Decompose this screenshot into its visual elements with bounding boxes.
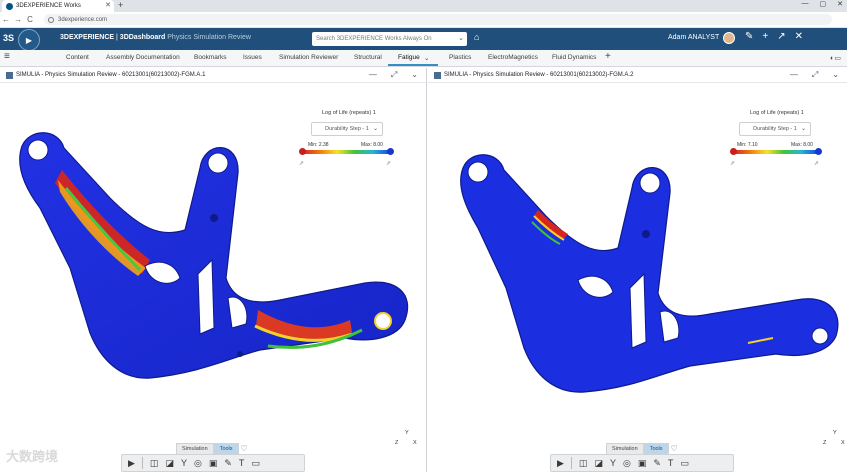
simulia-app-icon — [6, 72, 13, 79]
new-tab-button[interactable]: + — [118, 0, 123, 10]
mount-hole-1 — [467, 161, 489, 183]
tab-structural[interactable]: Structural — [354, 54, 382, 61]
search-input[interactable]: Search 3DEXPERIENCE Works Always On ⌄ — [312, 32, 467, 46]
mount-hole-1 — [27, 139, 49, 161]
app-title: 3DEXPERIENCE | 3DDashboard Physics Simul… — [60, 34, 251, 41]
view-toggle-icon[interactable]: ◐▭ — [830, 54, 841, 62]
add-tab-button[interactable]: + — [605, 51, 611, 62]
user-name[interactable]: Adam ANALYST — [668, 34, 719, 41]
pen-icon[interactable]: ✎ — [224, 458, 232, 469]
simulia-app-icon — [434, 72, 441, 79]
browser-tab[interactable]: 3DEXPERIENCE Works ✕ — [2, 0, 114, 12]
panel-header: SIMULIA - Physics Simulation Review - 60… — [428, 68, 847, 83]
section-icon[interactable]: ◪ — [594, 458, 603, 469]
pen-icon[interactable]: ✎ — [653, 458, 661, 469]
tab-electromagnetics[interactable]: ElectroMagnetics — [488, 54, 538, 61]
mount-hole-2 — [207, 152, 229, 174]
mount-hole-2 — [639, 172, 661, 194]
address-bar: ← → C 3dexperience.com — [0, 12, 847, 28]
render-mode-icon[interactable]: ▣ — [209, 458, 218, 469]
fea-bracket-model[interactable] — [0, 88, 427, 428]
browser-tabstrip: 3DEXPERIENCE Works ✕ + — ▢ ✕ — [0, 0, 847, 12]
dashboard-name: Physics Simulation Review — [167, 34, 251, 41]
simulation-panel-1: SIMULIA - Physics Simulation Review - 60… — [0, 68, 427, 472]
panel-header: SIMULIA - Physics Simulation Review - 60… — [0, 68, 426, 83]
panel-title: SIMULIA - Physics Simulation Review - 60… — [444, 72, 634, 78]
url-field[interactable]: 3dexperience.com — [44, 14, 832, 25]
fullscreen-icon[interactable]: ⤢ — [391, 70, 397, 80]
fea-bracket-model[interactable] — [428, 88, 847, 428]
frame-icon[interactable]: ▭ — [680, 458, 689, 469]
tools-icon[interactable]: ✕ — [795, 31, 803, 42]
minimize-panel-icon[interactable]: — — [790, 70, 798, 80]
view-cube-icon[interactable]: ◫ — [150, 458, 159, 469]
tab-plastics[interactable]: Plastics — [449, 54, 471, 61]
tag-icon[interactable]: ⌂ — [474, 32, 479, 42]
simulation-panel-2: SIMULIA - Physics Simulation Review - 60… — [428, 68, 847, 472]
topbar-actions: ✎ + ↗ ✕ — [745, 31, 803, 42]
play-icon[interactable]: ▶ — [557, 458, 564, 469]
ds-favicon-icon — [6, 2, 13, 10]
active-tab-indicator — [388, 64, 438, 66]
minimize-panel-icon[interactable]: — — [369, 70, 377, 80]
plus-icon[interactable]: + — [762, 31, 768, 42]
watermark: 大数跨境 — [6, 449, 59, 464]
url-text: 3dexperience.com — [58, 16, 108, 23]
panel-menu-chevron-icon[interactable]: ⌄ — [832, 70, 839, 80]
frame-icon[interactable]: ▭ — [251, 458, 260, 469]
panel-menu-chevron-icon[interactable]: ⌄ — [411, 70, 418, 80]
dashboard-tabs: ≡ Content Assembly Documentation Bookmar… — [0, 50, 847, 67]
reload-button[interactable]: C — [24, 15, 36, 24]
text-icon[interactable]: T — [239, 458, 245, 468]
tab-simulation-reviewer[interactable]: Simulation Reviewer — [279, 54, 338, 61]
lock-icon — [48, 16, 54, 23]
maximize-icon[interactable]: ▢ — [820, 0, 827, 8]
minimize-icon[interactable]: — — [802, 0, 809, 8]
app-label: 3DDashboard — [119, 34, 166, 41]
panel-controls: — ⤢ ⌄ — [369, 70, 418, 80]
panel-title: SIMULIA - Physics Simulation Review - 60… — [16, 72, 206, 78]
section-icon[interactable]: ◪ — [165, 458, 174, 469]
zoom-icon[interactable]: ◎ — [194, 458, 202, 469]
tab-bookmarks[interactable]: Bookmarks — [194, 54, 227, 61]
text-icon[interactable]: T — [668, 458, 674, 468]
tab-content[interactable]: Content — [66, 54, 89, 61]
bookmark-icon[interactable]: ✎ — [745, 31, 753, 42]
render-mode-icon[interactable]: ▣ — [638, 458, 647, 469]
view-cube-icon[interactable]: ◫ — [579, 458, 588, 469]
tab-fatigue-chevron-icon[interactable]: ⌄ — [424, 54, 429, 62]
window-controls: — ▢ ✕ — [802, 0, 844, 8]
tab-fatigue[interactable]: Fatigue — [398, 54, 420, 61]
tab-assembly-documentation[interactable]: Assembly Documentation — [106, 54, 180, 61]
panel-controls: — ⤢ ⌄ — [790, 70, 839, 80]
browser-tab-title: 3DEXPERIENCE Works — [16, 3, 81, 9]
search-dropdown-icon[interactable]: ⌄ — [458, 34, 464, 42]
brand-label: 3DEXPERIENCE — [60, 34, 115, 41]
app-topbar: 3S ▶ 3DEXPERIENCE | 3DDashboard Physics … — [0, 28, 847, 51]
close-window-icon[interactable]: ✕ — [837, 0, 843, 8]
mount-hole-3 — [811, 327, 829, 345]
viewer-toolbar: ▶ ◫ ◪ Y ◎ ▣ ✎ T ▭ — [121, 454, 305, 472]
close-tab-icon[interactable]: ✕ — [105, 1, 111, 9]
measure-icon[interactable]: Y — [610, 458, 616, 468]
share-icon[interactable]: ↗ — [777, 31, 785, 42]
tab-issues[interactable]: Issues — [243, 54, 262, 61]
tab-fluid-dynamics[interactable]: Fluid Dynamics — [552, 54, 596, 61]
back-button[interactable]: ← — [0, 15, 12, 24]
forward-button[interactable]: → — [12, 15, 24, 24]
viewer-toolbar: ▶ ◫ ◪ Y ◎ ▣ ✎ T ▭ — [550, 454, 734, 472]
ds-logo-icon: 3S — [3, 33, 15, 43]
zoom-icon[interactable]: ◎ — [623, 458, 631, 469]
measure-icon[interactable]: Y — [181, 458, 187, 468]
fullscreen-icon[interactable]: ⤢ — [812, 70, 818, 80]
compass-icon[interactable]: ▶ — [18, 29, 40, 51]
play-icon[interactable]: ▶ — [128, 458, 135, 469]
mount-hole-3 — [374, 312, 392, 330]
menu-icon[interactable]: ≡ — [4, 51, 10, 62]
avatar[interactable] — [723, 32, 735, 44]
